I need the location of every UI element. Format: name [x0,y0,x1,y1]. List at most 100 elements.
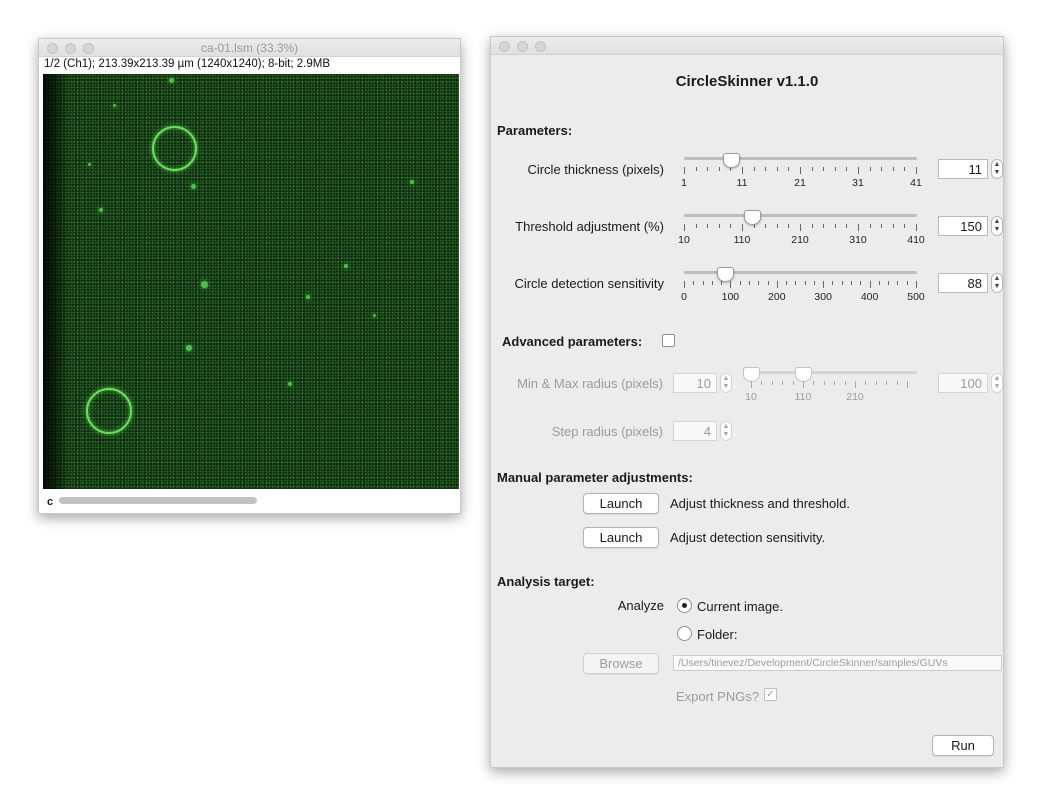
max-radius-field[interactable]: 100 [938,373,988,393]
slider-track [684,214,917,217]
spinner-arrows-icon[interactable]: ▲ ▼ [991,216,1003,236]
slider-tick-label: 41 [910,177,922,189]
circle-thickness-field[interactable]: 11 [938,159,988,179]
slider-thumb[interactable] [722,153,740,168]
range-max-thumb[interactable] [795,367,812,382]
slider-tick [776,281,778,288]
slider-tick [771,381,773,385]
vesicle-spot [191,184,196,189]
slider-tick [907,381,908,388]
slider-tick [916,281,917,288]
spinner-arrows-icon[interactable]: ▲ ▼ [991,373,1003,393]
folder-path-field[interactable]: /Users/tinevez/Development/CircleSkinner… [673,655,1002,671]
folder-radio[interactable] [677,626,692,641]
advanced-parameters-checkbox[interactable] [662,334,675,347]
vesicle-spot [186,345,192,351]
image-window: ca-01.lsm (33.3%) 1/2 (Ch1); 213.39x213.… [38,38,461,514]
slider-tick [834,224,836,228]
slider-tick [869,224,871,228]
vesicle-spot [88,163,91,166]
circleskinner-window: CircleSkinner v1.1.0 Parameters: Circle … [490,36,1004,768]
browse-button[interactable]: Browse [583,653,659,674]
slider-tick-label: 200 [768,291,786,303]
slider-tick [904,167,906,171]
slider-tick-label: 110 [794,391,812,403]
channel-scrollbar[interactable] [59,497,257,504]
slider-tick [878,281,880,285]
slider-tick [761,381,763,385]
threshold-adjustment-label: Threshold adjustment (%) [515,219,664,234]
spinner-arrows-icon[interactable]: ▲ ▼ [991,159,1003,179]
close-window-button[interactable] [499,41,510,52]
slider-tick [892,167,894,171]
slider-tick [776,167,778,171]
adjust-sensitivity-text: Adjust detection sensitivity. [670,530,826,545]
slider-tick-label: 210 [846,391,864,403]
image-canvas[interactable] [43,74,459,489]
slider-tick [684,167,685,174]
slider-tick [881,167,883,171]
plugin-window-titlebar[interactable] [491,37,1003,55]
vesicle-spot [99,208,103,212]
window-controls [499,41,546,52]
slider-tick [748,281,750,285]
slider-tick [881,224,883,228]
range-min-thumb[interactable] [743,367,760,382]
slider-tick [739,281,741,285]
slider-tick [904,224,906,228]
zoom-window-button[interactable] [535,41,546,52]
detection-sensitivity-field[interactable]: 88 [938,273,988,293]
slider-tick [803,381,804,388]
slider-thumb[interactable] [743,210,761,225]
slider-tick-label: 410 [907,234,925,246]
slider-tick [730,281,732,288]
slider-tick-label: 310 [849,234,867,246]
image-window-titlebar[interactable]: ca-01.lsm (33.3%) [39,39,460,57]
vesicle-spot [410,180,414,184]
slider-tick [869,167,871,171]
slider-tick [832,281,834,285]
slider-tick [742,224,743,231]
launch-sensitivity-button[interactable]: Launch [583,527,659,548]
slider-tick [897,281,899,285]
vesicle-spot [169,78,174,83]
minimize-window-button[interactable] [517,41,528,52]
step-radius-field[interactable]: 4 [673,421,717,441]
slider-tick [858,167,859,174]
spinner-arrows-icon[interactable]: ▲ ▼ [720,421,732,441]
threshold-adjustment-field[interactable]: 150 [938,216,988,236]
slider-tick [841,281,843,285]
slider-tick [844,381,846,385]
slider-tick [916,224,917,231]
slider-tick [865,381,867,385]
run-button[interactable]: Run [932,735,994,756]
slider-tick-label: 11 [736,177,748,189]
adjust-thickness-text: Adjust thickness and threshold. [670,496,850,511]
slider-tick [782,381,784,385]
spinner-arrows-icon[interactable]: ▲ ▼ [720,373,732,393]
slider-tick [823,281,825,288]
current-image-label: Current image. [697,599,783,614]
vesicle-ring [152,126,197,171]
slider-tick [886,381,888,385]
slider-tick [695,224,697,228]
slider-tick [765,224,767,228]
min-radius-field[interactable]: 10 [673,373,717,393]
slider-tick [684,281,685,288]
slider-thumb[interactable] [717,267,734,282]
launch-thickness-button[interactable]: Launch [583,493,659,514]
slider-tick [707,224,709,228]
slider-tick [834,381,836,385]
slider-track [684,157,917,160]
advanced-parameters-label: Advanced parameters: [502,334,643,349]
slider-tick [896,381,898,385]
current-image-radio[interactable] [677,598,692,613]
spinner-arrows-icon[interactable]: ▲ ▼ [991,273,1003,293]
slider-tick [858,224,859,231]
slider-tick [811,224,813,228]
slider-tick-label: 10 [745,391,757,403]
export-pngs-checkbox[interactable]: ✓ [764,688,777,701]
circle-thickness-label: Circle thickness (pixels) [527,162,664,177]
slider-tick [855,381,856,388]
slider-tick [684,224,685,231]
